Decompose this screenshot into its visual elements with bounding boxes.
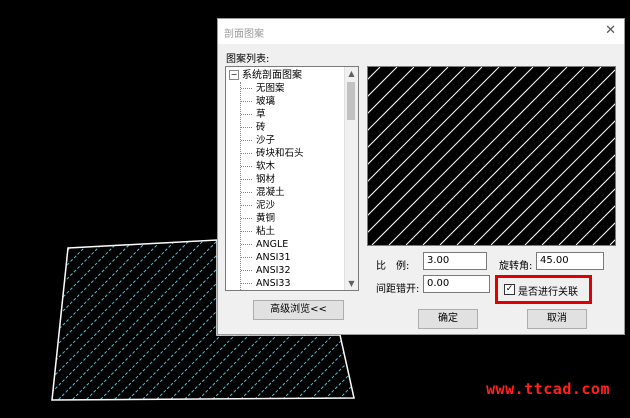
tree-item-list: 无图案 玻璃 草 砖 沙子 砖块和石头 软木 钢材 混凝土 泥沙 黄铜 粘土 A… (226, 82, 344, 290)
spacing-offset-label: 间距错开: (376, 284, 420, 295)
spacing-offset-input[interactable]: 0.00 (423, 275, 490, 293)
tree-item[interactable]: 钢材 (226, 173, 344, 186)
tree-item[interactable]: ANSI31 (226, 251, 344, 264)
tree-item[interactable]: 泥沙 (226, 199, 344, 212)
scale-label: 比 例: (376, 261, 410, 272)
tree-scrollbar[interactable]: ▲ ▼ (344, 67, 358, 290)
tree-item[interactable]: 草 (226, 108, 344, 121)
scroll-up-icon[interactable]: ▲ (345, 67, 358, 80)
rotation-input[interactable]: 45.00 (536, 252, 604, 270)
tree-item[interactable]: 沙子 (226, 134, 344, 147)
tree-root-label: 系统剖面图案 (242, 70, 302, 81)
preview-hatch (167, 66, 630, 246)
dialog-titlebar[interactable]: 剖面图案 ✕ (218, 19, 624, 44)
rotation-label: 旋转角: (499, 261, 533, 272)
close-icon[interactable]: ✕ (605, 23, 616, 39)
tree-item[interactable]: 玻璃 (226, 95, 344, 108)
tree-item[interactable]: 黄铜 (226, 212, 344, 225)
scroll-thumb[interactable] (347, 82, 355, 120)
tree-item[interactable]: ANSI33 (226, 277, 344, 290)
tree-item[interactable]: 混凝土 (226, 186, 344, 199)
scroll-down-icon[interactable]: ▼ (345, 277, 358, 290)
pattern-list-label: 图案列表: (226, 54, 270, 65)
pattern-preview (167, 66, 630, 246)
tree-item[interactable]: 砖块和石头 (226, 147, 344, 160)
associate-checkbox-label[interactable]: 是否进行关联 (518, 283, 578, 298)
collapse-icon[interactable]: − (229, 70, 239, 80)
hatch-pattern-dialog: 剖面图案 ✕ 图案列表: − 系统剖面图案 无图案 玻璃 草 砖 沙子 砖块和石头… (167, 18, 630, 335)
tree-item[interactable]: 软木 (226, 160, 344, 173)
tree-item[interactable]: 无图案 (226, 82, 344, 95)
associate-highlight-box: ✓ 是否进行关联 (495, 275, 592, 304)
site-watermark: www.ttcad.com (486, 380, 610, 398)
tree-item[interactable]: ANSI32 (226, 264, 344, 277)
tree-item[interactable]: 粘土 (226, 225, 344, 238)
dialog-title: 剖面图案 (224, 29, 264, 40)
scale-input[interactable]: 3.00 (423, 252, 487, 270)
associate-checkbox[interactable]: ✓ (504, 284, 515, 295)
tree-item[interactable]: ANGLE (226, 238, 344, 251)
ok-button[interactable]: 确定 (418, 309, 478, 329)
tree-root-node[interactable]: − 系统剖面图案 (229, 69, 302, 82)
tree-item[interactable]: 砖 (226, 121, 344, 134)
pattern-tree[interactable]: − 系统剖面图案 无图案 玻璃 草 砖 沙子 砖块和石头 软木 钢材 混凝土 泥沙… (225, 66, 359, 291)
advanced-browse-button[interactable]: 高级浏览<< (253, 300, 344, 320)
cancel-button[interactable]: 取消 (527, 309, 587, 329)
